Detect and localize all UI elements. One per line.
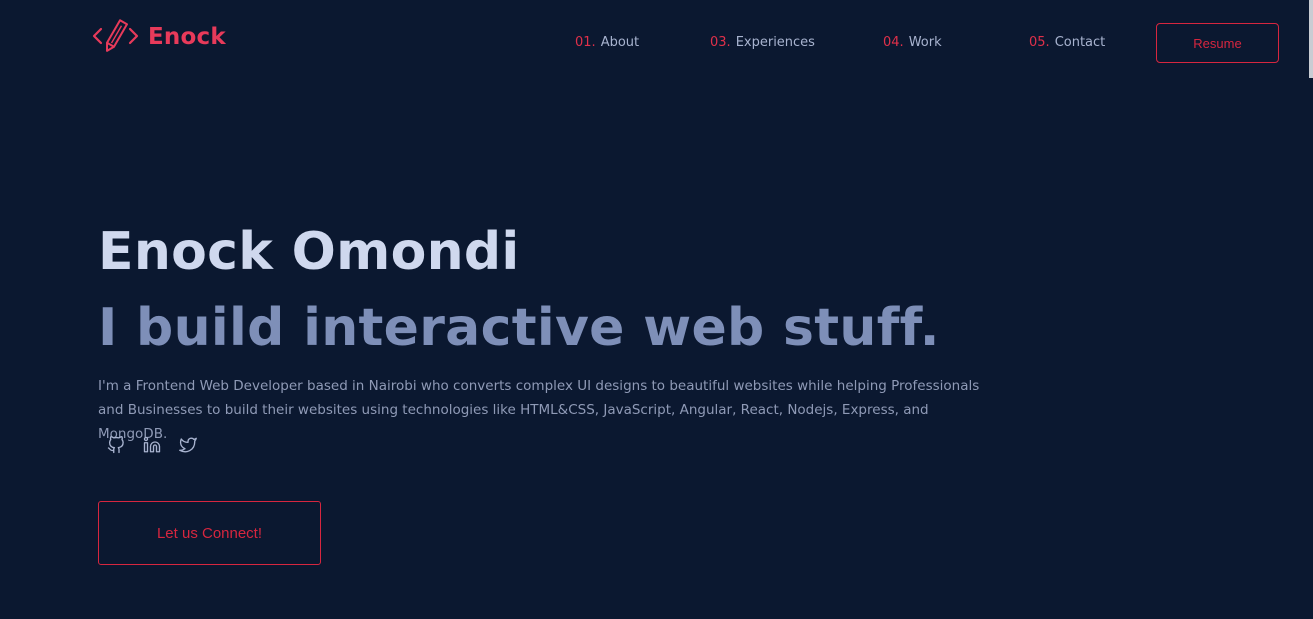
twitter-link[interactable] xyxy=(178,437,198,457)
top-navbar: Enock 01. About 03. Experiences 04. Work 05… xyxy=(0,0,1313,86)
hero-tagline: I build interactive web stuff. xyxy=(98,298,940,358)
nav-link-contact[interactable]: 05. Contact xyxy=(1029,35,1105,50)
social-links xyxy=(106,436,198,458)
github-icon xyxy=(107,436,125,458)
nav-number: 03. xyxy=(710,35,731,50)
nav-label: About xyxy=(600,35,640,50)
nav-number: 01. xyxy=(575,35,596,50)
nav-link-experiences[interactable]: 03. Experiences xyxy=(710,35,815,50)
nav-number: 05. xyxy=(1029,35,1050,50)
nav-label: Contact xyxy=(1054,35,1106,50)
linkedin-link[interactable] xyxy=(142,436,162,458)
nav-number: 04. xyxy=(883,35,904,50)
brand-logo[interactable]: Enock xyxy=(92,18,226,56)
linkedin-icon xyxy=(143,436,161,458)
brand-name: Enock xyxy=(148,24,226,50)
nav-link-about[interactable]: 01. About xyxy=(575,35,639,50)
twitter-icon xyxy=(179,436,197,458)
nav-label: Experiences xyxy=(735,35,815,50)
hero-name: Enock Omondi xyxy=(98,222,520,282)
connect-button[interactable]: Let us Connect! xyxy=(98,501,321,565)
github-link[interactable] xyxy=(106,436,126,458)
code-pencil-icon xyxy=(92,18,140,56)
nav-label: Work xyxy=(908,35,942,50)
page-scrollbar[interactable] xyxy=(1309,0,1313,78)
nav-link-work[interactable]: 04. Work xyxy=(883,35,942,50)
hero-description: I'm a Frontend Web Developer based in Na… xyxy=(98,378,980,442)
resume-button[interactable]: Resume xyxy=(1156,23,1279,63)
